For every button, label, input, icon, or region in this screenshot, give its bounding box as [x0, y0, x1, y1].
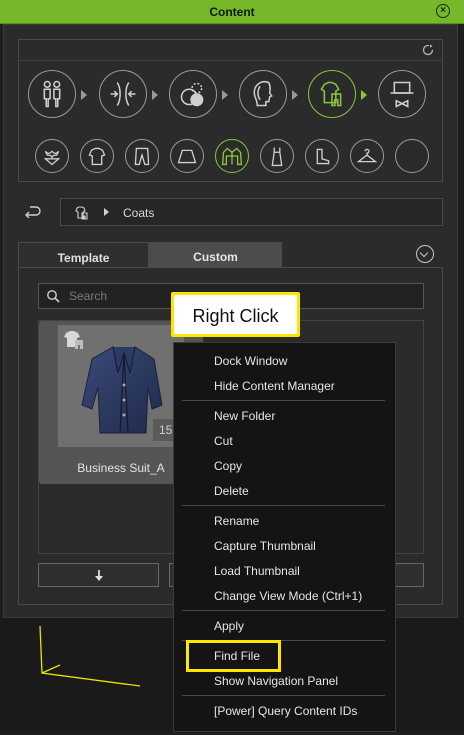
window-title: Content: [209, 5, 255, 19]
category-arrow: [222, 90, 228, 100]
head-icon[interactable]: [239, 70, 287, 118]
menu-separator: [182, 400, 385, 401]
menu-item-apply[interactable]: Apply: [214, 619, 244, 633]
menu-item-change-view-mode[interactable]: Change View Mode (Ctrl+1): [214, 589, 362, 603]
menu-item-delete[interactable]: Delete: [214, 484, 249, 498]
breadcrumb-arrow-icon: [104, 208, 109, 216]
category-selector: [18, 39, 443, 182]
category-arrow: [361, 90, 367, 100]
hanger-icon[interactable]: [350, 139, 384, 173]
tertiary-button[interactable]: [395, 563, 424, 587]
skirt-icon[interactable]: [170, 139, 204, 173]
move-down-button[interactable]: [38, 563, 159, 587]
chevron-down-icon[interactable]: [416, 245, 434, 263]
menu-item-load-thumbnail[interactable]: Load Thumbnail: [214, 564, 300, 578]
menu-item-query-content-ids[interactable]: [Power] Query Content IDs: [214, 704, 357, 718]
clothing-folder-icon: [75, 206, 88, 220]
breadcrumb-folder[interactable]: Coats: [123, 206, 154, 220]
dress-icon[interactable]: [260, 139, 294, 173]
menu-item-rename[interactable]: Rename: [214, 514, 259, 528]
arrow-down-icon: [95, 570, 103, 581]
tab-template[interactable]: Template: [18, 242, 149, 267]
back-icon[interactable]: [24, 204, 42, 218]
close-icon[interactable]: ×: [436, 4, 450, 18]
accessory-icon[interactable]: [378, 70, 426, 118]
coat-icon[interactable]: [215, 139, 249, 173]
menu-item-hide-content-manager[interactable]: Hide Content Manager: [214, 379, 335, 393]
right-click-callout: Right Click: [171, 292, 300, 337]
refresh-icon[interactable]: [422, 44, 434, 56]
shirt-icon[interactable]: [80, 139, 114, 173]
menu-item-cut[interactable]: Cut: [214, 434, 233, 448]
menu-item-dock-window[interactable]: Dock Window: [214, 354, 287, 368]
category-arrow: [81, 90, 87, 100]
materials-icon[interactable]: [169, 70, 217, 118]
clothing-type-icon: [64, 331, 83, 349]
morph-icon[interactable]: [99, 70, 147, 118]
menu-item-copy[interactable]: Copy: [214, 459, 242, 473]
tab-custom[interactable]: Custom: [149, 242, 282, 267]
category-arrow: [292, 90, 298, 100]
pants-icon[interactable]: [125, 139, 159, 173]
menu-separator: [182, 505, 385, 506]
menu-separator: [182, 695, 385, 696]
shoe-icon[interactable]: [305, 139, 339, 173]
menu-item-capture-thumbnail[interactable]: Capture Thumbnail: [214, 539, 316, 553]
characters-icon[interactable]: [28, 70, 76, 118]
context-menu: Dock Window Hide Content Manager New Fol…: [173, 342, 396, 732]
find-file-highlight: [186, 640, 281, 672]
title-bar: Content ×: [0, 0, 464, 24]
clothing-icon[interactable]: [308, 70, 356, 118]
breadcrumb[interactable]: Coats: [60, 198, 443, 226]
category-divider: [19, 60, 442, 61]
menu-item-new-folder[interactable]: New Folder: [214, 409, 275, 423]
menu-separator: [182, 610, 385, 611]
empty-icon[interactable]: [395, 139, 429, 173]
callout-text: Right Click: [192, 306, 279, 326]
underwear-icon[interactable]: [35, 139, 69, 173]
search-icon: [47, 290, 60, 303]
category-arrow: [152, 90, 158, 100]
menu-item-show-navigation-panel[interactable]: Show Navigation Panel: [214, 674, 338, 688]
